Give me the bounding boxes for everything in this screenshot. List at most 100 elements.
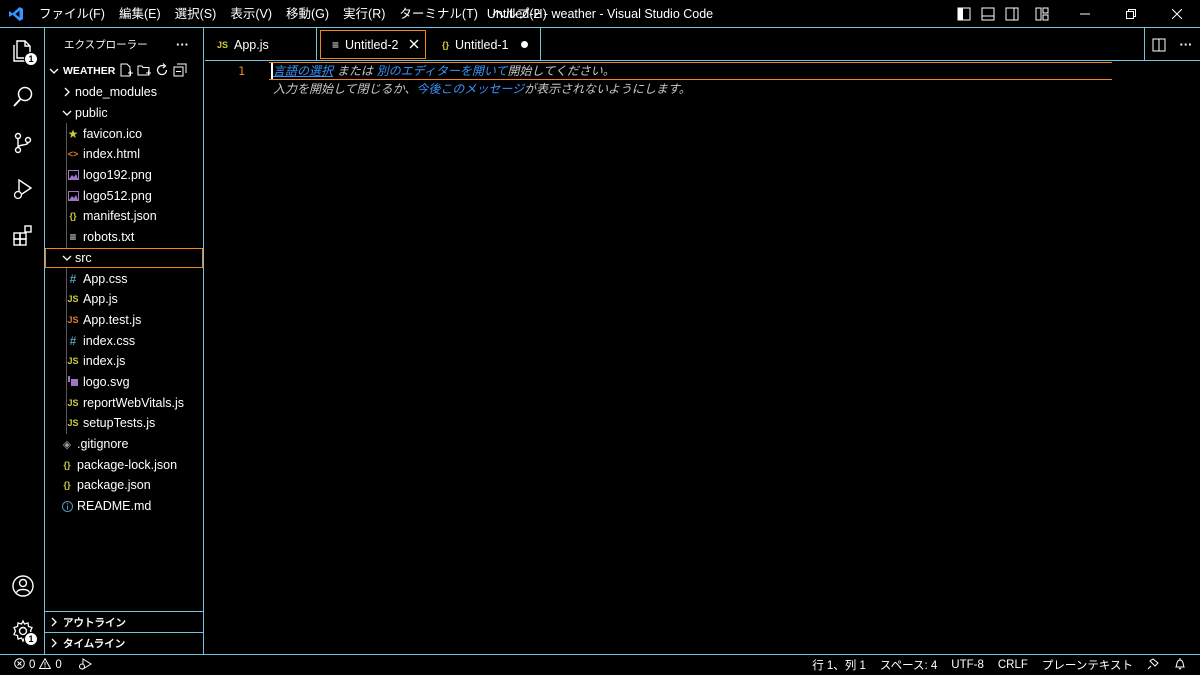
restore-icon[interactable] xyxy=(1108,0,1154,28)
accounts-icon[interactable] xyxy=(0,563,45,609)
tree-item-index-css[interactable]: # index.css xyxy=(45,330,203,351)
tree-item-label: App.test.js xyxy=(83,312,142,327)
menu-edit[interactable]: 編集(E) xyxy=(112,0,168,28)
more-actions-icon[interactable]: ··· xyxy=(1172,37,1200,52)
encoding[interactable]: UTF-8 xyxy=(944,659,991,671)
hint-text: 入力を開始して閉じるか、 xyxy=(273,82,417,96)
tree-item-app-css[interactable]: # App.css xyxy=(45,268,203,289)
tree-item-package-lock[interactable]: {} package-lock.json xyxy=(45,454,203,475)
tree-item-readme[interactable]: README.md xyxy=(45,496,203,517)
dont-show-again-link[interactable]: 今後このメッセージ xyxy=(416,82,524,96)
tree-item-label: index.html xyxy=(83,147,140,162)
notifications-bell-icon[interactable] xyxy=(1167,657,1200,673)
tree-item-node-modules[interactable]: node_modules xyxy=(45,82,203,103)
tree-item-label: manifest.json xyxy=(83,209,157,224)
tree-item-reportwebvitals[interactable]: JS reportWebVitals.js xyxy=(45,392,203,413)
image-icon xyxy=(65,170,81,181)
menu-bar: ファイル(F) 編集(E) 選択(S) 表示(V) 移動(G) 実行(R) ター… xyxy=(32,0,554,28)
menu-view[interactable]: 表示(V) xyxy=(223,0,279,28)
new-file-icon[interactable] xyxy=(119,63,134,80)
js-icon: JS xyxy=(217,39,229,50)
menu-terminal[interactable]: ターミナル(T) xyxy=(392,0,484,28)
menu-go[interactable]: 移動(G) xyxy=(279,0,336,28)
select-language-link[interactable]: 言語の選択 xyxy=(273,64,333,78)
toggle-panel-icon[interactable] xyxy=(980,6,996,22)
new-folder-icon[interactable] xyxy=(137,63,152,80)
feedback-icon[interactable] xyxy=(1140,657,1167,673)
tree-item-public[interactable]: public xyxy=(45,103,203,124)
tab-label: App.js xyxy=(234,37,269,52)
tree-item-index-js[interactable]: JS index.js xyxy=(45,351,203,372)
tree-item-label: reportWebVitals.js xyxy=(83,395,184,410)
tab-untitled-2[interactable]: ≡ Untitled-2 xyxy=(320,30,426,59)
problems-status[interactable]: 0 0 xyxy=(0,657,92,673)
source-control-icon[interactable] xyxy=(0,120,45,166)
menu-selection[interactable]: 選択(S) xyxy=(168,0,224,28)
error-icon xyxy=(14,658,25,672)
tree-item-label: index.js xyxy=(83,354,126,369)
explorer-badge: 1 xyxy=(24,52,38,66)
chevron-right-icon xyxy=(49,617,63,627)
extensions-icon[interactable] xyxy=(0,212,45,258)
close-icon[interactable] xyxy=(1154,0,1200,28)
collapse-all-icon[interactable] xyxy=(173,63,187,80)
tab-untitled-1[interactable]: {} Untitled-1 xyxy=(429,28,541,61)
customize-layout-icon[interactable] xyxy=(1034,6,1050,22)
workspace-root[interactable]: WEATHER xyxy=(45,60,203,82)
indentation[interactable]: スペース: 4 xyxy=(873,657,944,673)
timeline-section[interactable]: タイムライン xyxy=(45,632,203,653)
tree-item-favicon[interactable]: ★ favicon.ico xyxy=(45,123,203,144)
language-mode[interactable]: プレーンテキスト xyxy=(1035,657,1140,673)
editor-area[interactable]: 1 言語の選択 または 別のエディターを開いて開始してください。 入力を開始して… xyxy=(205,62,1200,654)
tree-item-label: logo.svg xyxy=(83,374,130,389)
tree-item-gitignore[interactable]: ◈ .gitignore xyxy=(45,434,203,455)
tab-app-js[interactable]: JS App.js xyxy=(205,28,317,61)
close-tab-icon[interactable] xyxy=(409,38,419,52)
unsaved-dot-icon[interactable] xyxy=(520,41,528,48)
more-actions-icon[interactable]: ··· xyxy=(176,37,189,52)
tree-item-robots[interactable]: ≡ robots.txt xyxy=(45,227,203,248)
chevron-right-icon xyxy=(49,638,63,648)
info-icon xyxy=(59,500,75,512)
json-icon: {} xyxy=(69,211,77,222)
js-test-icon: JS xyxy=(67,314,79,325)
tree-item-index-html[interactable]: <> index.html xyxy=(45,144,203,165)
outline-section[interactable]: アウトライン xyxy=(45,611,203,632)
end-of-line[interactable]: CRLF xyxy=(991,659,1035,671)
json-icon: {} xyxy=(63,480,71,491)
menu-file[interactable]: ファイル(F) xyxy=(32,0,112,28)
settings-badge: 1 xyxy=(24,632,38,646)
menu-help[interactable]: ヘルプ(H) xyxy=(485,0,554,28)
tree-item-label: App.js xyxy=(83,292,118,307)
tree-item-logo192[interactable]: logo192.png xyxy=(45,165,203,186)
run-and-debug-icon[interactable] xyxy=(0,166,45,212)
tree-item-src[interactable]: src xyxy=(45,247,203,269)
tree-item-setuptests[interactable]: JS setupTests.js xyxy=(45,413,203,434)
toggle-primary-sidebar-icon[interactable] xyxy=(956,6,972,22)
line-number: 1 xyxy=(238,64,245,78)
cursor-position[interactable]: 行 1、列 1 xyxy=(805,657,873,673)
menu-run[interactable]: 実行(R) xyxy=(336,0,392,28)
js-icon: JS xyxy=(67,356,79,367)
error-count: 0 xyxy=(29,659,36,671)
tree-item-label: node_modules xyxy=(75,85,158,100)
image-icon xyxy=(65,190,81,201)
toggle-secondary-sidebar-icon[interactable] xyxy=(1004,6,1020,22)
tree-item-package-json[interactable]: {} package.json xyxy=(45,475,203,496)
tree-item-label: src xyxy=(75,250,92,265)
tree-item-logo-svg[interactable]: logo.svg xyxy=(45,372,203,393)
split-editor-icon[interactable] xyxy=(1144,28,1172,61)
manage-gear-icon[interactable]: 1 xyxy=(0,608,45,654)
open-editor-link[interactable]: 別のエディターを開いて xyxy=(377,64,508,78)
tree-item-app-test-js[interactable]: JS App.test.js xyxy=(45,310,203,331)
tree-item-logo512[interactable]: logo512.png xyxy=(45,185,203,206)
tree-item-label: robots.txt xyxy=(83,230,135,245)
tree-item-label: .gitignore xyxy=(77,437,129,452)
explorer-icon[interactable]: 1 xyxy=(0,28,45,74)
tree-item-app-js[interactable]: JS App.js xyxy=(45,289,203,310)
minimize-icon[interactable] xyxy=(1062,0,1108,28)
tree-item-manifest[interactable]: {} manifest.json xyxy=(45,206,203,227)
search-icon[interactable] xyxy=(0,74,45,120)
run-debug-status-icon[interactable] xyxy=(78,657,92,673)
refresh-icon[interactable] xyxy=(155,62,169,80)
